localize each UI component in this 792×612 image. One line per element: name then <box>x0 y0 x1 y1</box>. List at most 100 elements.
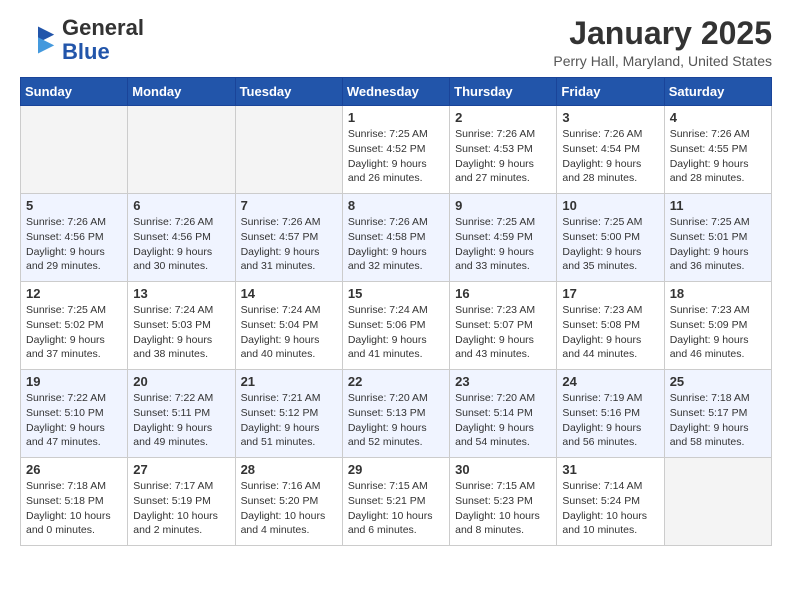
day-cell-14: 14 Sunrise: 7:24 AM Sunset: 5:04 PM Dayli… <box>235 282 342 370</box>
day-cell-19: 19 Sunrise: 7:22 AM Sunset: 5:10 PM Dayli… <box>21 370 128 458</box>
day-number: 24 <box>562 374 658 389</box>
day-cell-7: 7 Sunrise: 7:26 AM Sunset: 4:57 PM Daylig… <box>235 194 342 282</box>
day-info: Sunrise: 7:21 AM Sunset: 5:12 PM Dayligh… <box>241 391 337 450</box>
day-number: 6 <box>133 198 229 213</box>
day-number: 5 <box>26 198 122 213</box>
week-row-5: 26Sunrise: 7:18 AM Sunset: 5:18 PM Dayli… <box>21 458 772 546</box>
day-info: Sunrise: 7:14 AM Sunset: 5:24 PM Dayligh… <box>562 479 658 538</box>
day-cell-12: 12Sunrise: 7:25 AM Sunset: 5:02 PM Dayli… <box>21 282 128 370</box>
day-number: 15 <box>348 286 444 301</box>
empty-cell <box>235 106 342 194</box>
weekday-header-tuesday: Tuesday <box>235 78 342 106</box>
day-info: Sunrise: 7:15 AM Sunset: 5:21 PM Dayligh… <box>348 479 444 538</box>
day-cell-3: 3Sunrise: 7:26 AM Sunset: 4:54 PM Daylig… <box>557 106 664 194</box>
day-number: 23 <box>455 374 551 389</box>
day-number: 3 <box>562 110 658 125</box>
day-cell-13: 13 Sunrise: 7:24 AM Sunset: 5:03 PM Dayli… <box>128 282 235 370</box>
day-info: Sunrise: 7:20 AM Sunset: 5:14 PM Dayligh… <box>455 391 551 450</box>
day-cell-31: 31 Sunrise: 7:14 AM Sunset: 5:24 PM Dayli… <box>557 458 664 546</box>
day-number: 18 <box>670 286 766 301</box>
day-number: 26 <box>26 462 122 477</box>
day-number: 30 <box>455 462 551 477</box>
day-cell-2: 2 Sunrise: 7:26 AM Sunset: 4:53 PM Daylig… <box>450 106 557 194</box>
day-info: Sunrise: 7:23 AM Sunset: 5:07 PM Dayligh… <box>455 303 551 362</box>
day-cell-22: 22Sunrise: 7:20 AM Sunset: 5:13 PM Dayli… <box>342 370 449 458</box>
day-number: 9 <box>455 198 551 213</box>
day-number: 10 <box>562 198 658 213</box>
day-info: Sunrise: 7:25 AM Sunset: 5:01 PM Dayligh… <box>670 215 766 274</box>
weekday-header-wednesday: Wednesday <box>342 78 449 106</box>
day-number: 4 <box>670 110 766 125</box>
day-info: Sunrise: 7:25 AM Sunset: 5:00 PM Dayligh… <box>562 215 658 274</box>
day-cell-17: 17 Sunrise: 7:23 AM Sunset: 5:08 PM Dayli… <box>557 282 664 370</box>
day-cell-27: 27 Sunrise: 7:17 AM Sunset: 5:19 PM Dayli… <box>128 458 235 546</box>
empty-cell <box>128 106 235 194</box>
day-number: 20 <box>133 374 229 389</box>
day-number: 29 <box>348 462 444 477</box>
day-number: 27 <box>133 462 229 477</box>
day-info: Sunrise: 7:16 AM Sunset: 5:20 PM Dayligh… <box>241 479 337 538</box>
day-info: Sunrise: 7:26 AM Sunset: 4:55 PM Dayligh… <box>670 127 766 186</box>
calendar: SundayMondayTuesdayWednesdayThursdayFrid… <box>20 77 772 546</box>
day-info: Sunrise: 7:24 AM Sunset: 5:06 PM Dayligh… <box>348 303 444 362</box>
day-number: 17 <box>562 286 658 301</box>
day-number: 13 <box>133 286 229 301</box>
weekday-header-thursday: Thursday <box>450 78 557 106</box>
day-cell-8: 8Sunrise: 7:26 AM Sunset: 4:58 PM Daylig… <box>342 194 449 282</box>
day-number: 19 <box>26 374 122 389</box>
day-cell-9: 9 Sunrise: 7:25 AM Sunset: 4:59 PM Daylig… <box>450 194 557 282</box>
page-header: General Blue January 2025 Perry Hall, Ma… <box>20 16 772 69</box>
logo-icon <box>20 22 56 58</box>
day-cell-4: 4 Sunrise: 7:26 AM Sunset: 4:55 PM Daylig… <box>664 106 771 194</box>
day-info: Sunrise: 7:25 AM Sunset: 5:02 PM Dayligh… <box>26 303 122 362</box>
day-cell-28: 28 Sunrise: 7:16 AM Sunset: 5:20 PM Dayli… <box>235 458 342 546</box>
day-number: 28 <box>241 462 337 477</box>
logo-text: General Blue <box>62 16 144 64</box>
day-info: Sunrise: 7:23 AM Sunset: 5:08 PM Dayligh… <box>562 303 658 362</box>
day-info: Sunrise: 7:26 AM Sunset: 4:56 PM Dayligh… <box>26 215 122 274</box>
logo: General Blue <box>20 16 144 64</box>
day-info: Sunrise: 7:17 AM Sunset: 5:19 PM Dayligh… <box>133 479 229 538</box>
day-cell-6: 6 Sunrise: 7:26 AM Sunset: 4:56 PM Daylig… <box>128 194 235 282</box>
day-cell-20: 20Sunrise: 7:22 AM Sunset: 5:11 PM Dayli… <box>128 370 235 458</box>
empty-cell <box>664 458 771 546</box>
week-row-3: 12Sunrise: 7:25 AM Sunset: 5:02 PM Dayli… <box>21 282 772 370</box>
day-info: Sunrise: 7:24 AM Sunset: 5:04 PM Dayligh… <box>241 303 337 362</box>
day-info: Sunrise: 7:24 AM Sunset: 5:03 PM Dayligh… <box>133 303 229 362</box>
day-number: 2 <box>455 110 551 125</box>
day-info: Sunrise: 7:25 AM Sunset: 4:59 PM Dayligh… <box>455 215 551 274</box>
day-cell-5: 5 Sunrise: 7:26 AM Sunset: 4:56 PM Daylig… <box>21 194 128 282</box>
day-cell-11: 11 Sunrise: 7:25 AM Sunset: 5:01 PM Dayli… <box>664 194 771 282</box>
day-info: Sunrise: 7:23 AM Sunset: 5:09 PM Dayligh… <box>670 303 766 362</box>
day-number: 7 <box>241 198 337 213</box>
day-number: 11 <box>670 198 766 213</box>
weekday-header-friday: Friday <box>557 78 664 106</box>
day-cell-24: 24 Sunrise: 7:19 AM Sunset: 5:16 PM Dayli… <box>557 370 664 458</box>
day-cell-25: 25Sunrise: 7:18 AM Sunset: 5:17 PM Dayli… <box>664 370 771 458</box>
month-title: January 2025 <box>553 16 772 51</box>
day-number: 21 <box>241 374 337 389</box>
day-number: 22 <box>348 374 444 389</box>
weekday-header-row: SundayMondayTuesdayWednesdayThursdayFrid… <box>21 78 772 106</box>
day-number: 31 <box>562 462 658 477</box>
day-info: Sunrise: 7:15 AM Sunset: 5:23 PM Dayligh… <box>455 479 551 538</box>
weekday-header-saturday: Saturday <box>664 78 771 106</box>
day-info: Sunrise: 7:26 AM Sunset: 4:53 PM Dayligh… <box>455 127 551 186</box>
day-number: 14 <box>241 286 337 301</box>
day-cell-26: 26Sunrise: 7:18 AM Sunset: 5:18 PM Dayli… <box>21 458 128 546</box>
day-info: Sunrise: 7:26 AM Sunset: 4:57 PM Dayligh… <box>241 215 337 274</box>
day-info: Sunrise: 7:22 AM Sunset: 5:10 PM Dayligh… <box>26 391 122 450</box>
day-cell-1: 1Sunrise: 7:25 AM Sunset: 4:52 PM Daylig… <box>342 106 449 194</box>
day-cell-29: 29 Sunrise: 7:15 AM Sunset: 5:21 PM Dayli… <box>342 458 449 546</box>
day-info: Sunrise: 7:26 AM Sunset: 4:56 PM Dayligh… <box>133 215 229 274</box>
week-row-4: 19 Sunrise: 7:22 AM Sunset: 5:10 PM Dayli… <box>21 370 772 458</box>
day-info: Sunrise: 7:18 AM Sunset: 5:17 PM Dayligh… <box>670 391 766 450</box>
day-number: 8 <box>348 198 444 213</box>
day-info: Sunrise: 7:19 AM Sunset: 5:16 PM Dayligh… <box>562 391 658 450</box>
day-number: 1 <box>348 110 444 125</box>
day-cell-21: 21 Sunrise: 7:21 AM Sunset: 5:12 PM Dayli… <box>235 370 342 458</box>
day-cell-15: 15 Sunrise: 7:24 AM Sunset: 5:06 PM Dayli… <box>342 282 449 370</box>
empty-cell <box>21 106 128 194</box>
day-cell-10: 10 Sunrise: 7:25 AM Sunset: 5:00 PM Dayli… <box>557 194 664 282</box>
day-cell-18: 18 Sunrise: 7:23 AM Sunset: 5:09 PM Dayli… <box>664 282 771 370</box>
